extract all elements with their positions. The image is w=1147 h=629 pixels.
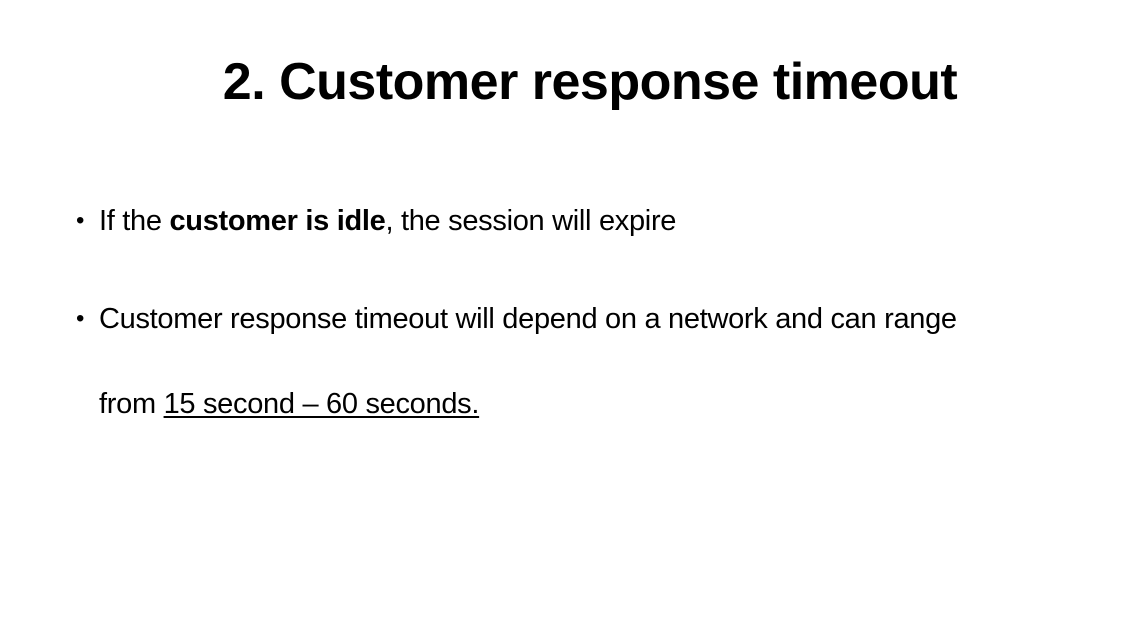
bullet-item-timeout-range: • Customer response timeout will depend … xyxy=(76,296,1136,427)
slide: 2. Customer response timeout • If the cu… xyxy=(0,0,1147,629)
bullet-text-line2: from 15 second – 60 seconds. xyxy=(99,381,1136,427)
bullet-dot-icon: • xyxy=(76,305,85,332)
bullet-list: • If the customer is idle, the session w… xyxy=(76,198,1136,427)
slide-title: 2. Customer response timeout xyxy=(222,53,958,111)
bullet-text-prefix: If the xyxy=(99,205,170,237)
bullet-dot-icon: • xyxy=(76,207,85,234)
timeout-range-text: 15 second – 60 seconds. xyxy=(163,388,480,420)
bullet-item-idle: • If the customer is idle, the session w… xyxy=(76,198,1136,244)
bullet-text-suffix: , the session will expire xyxy=(385,205,677,237)
bullet-text-line1: Customer response timeout will depend on… xyxy=(99,303,957,335)
bullet-text-bold: customer is idle xyxy=(169,205,386,237)
bullet-text-line2-prefix: from xyxy=(99,388,164,420)
